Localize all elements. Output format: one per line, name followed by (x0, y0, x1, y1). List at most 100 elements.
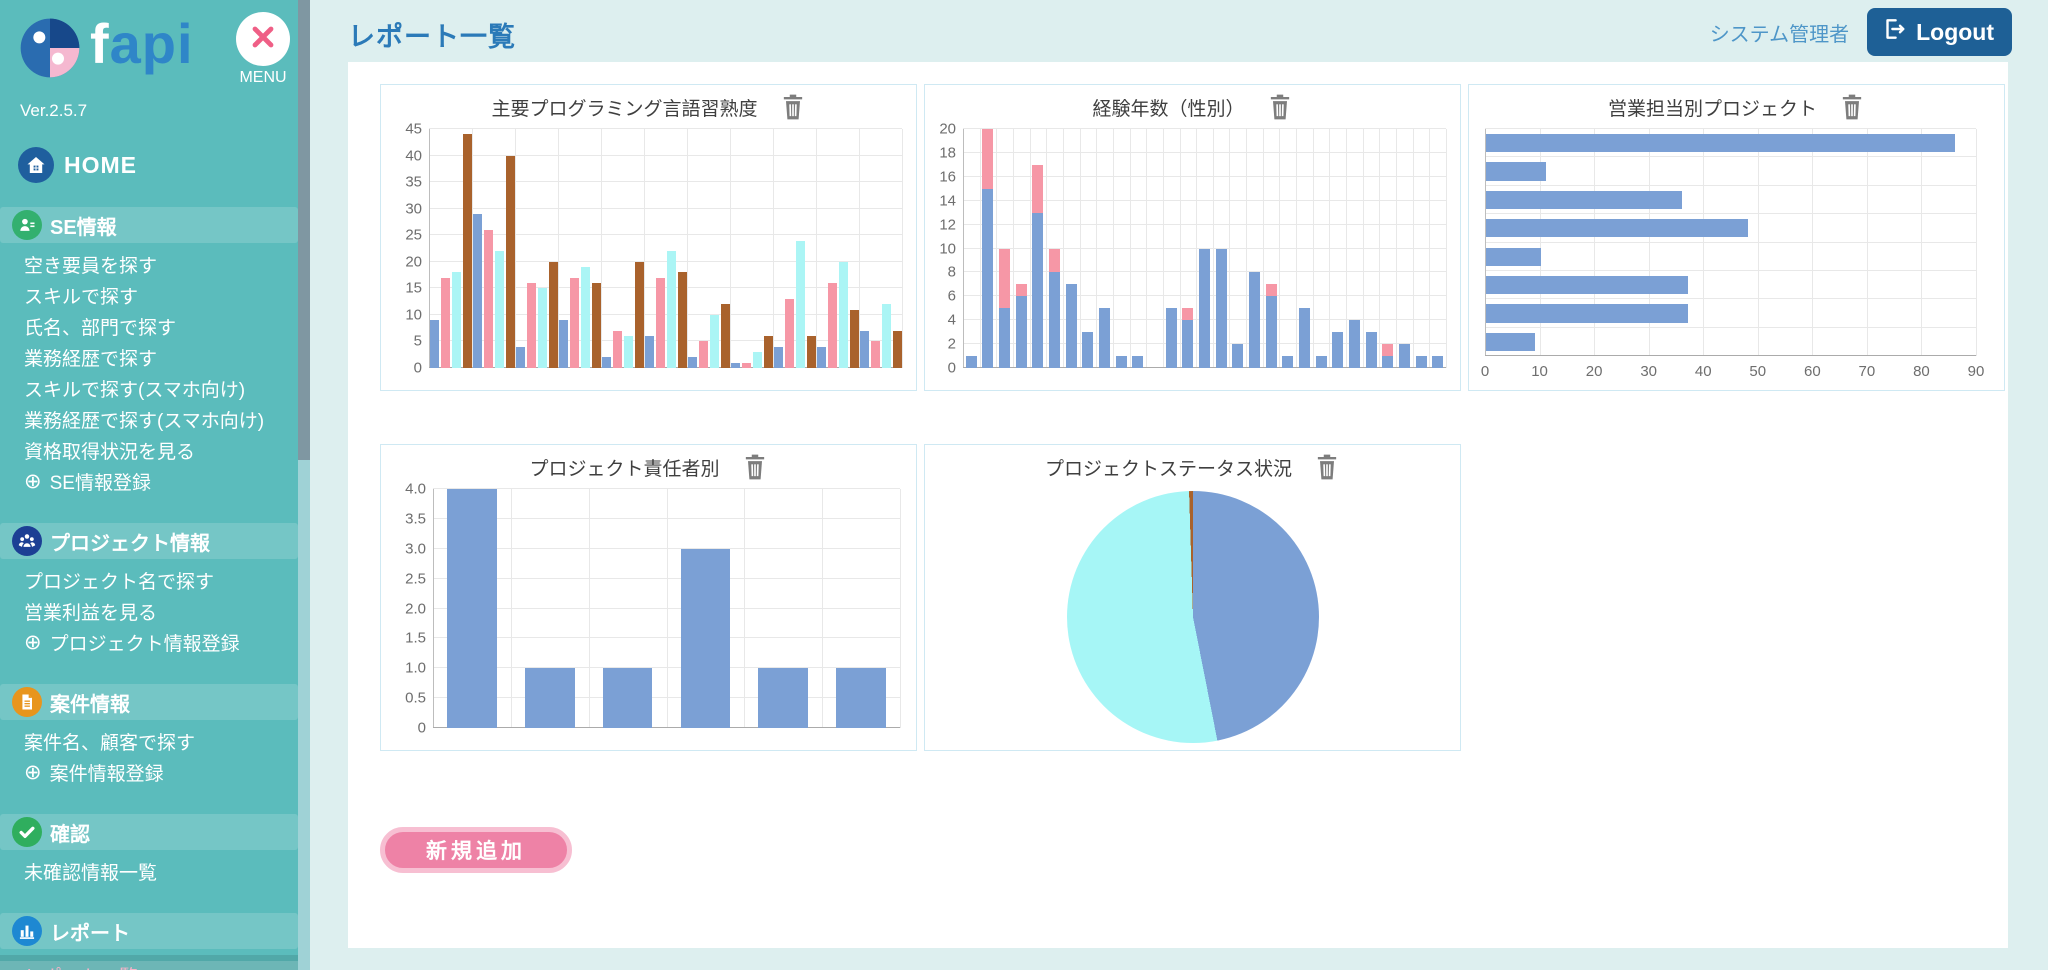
logout-button[interactable]: Logout (1867, 8, 2012, 56)
hbar (1486, 304, 1688, 322)
bar-series-brown (592, 283, 601, 368)
sidebar-item[interactable]: 氏名、部門で探す (0, 311, 298, 342)
segment-stack-pink (999, 249, 1010, 309)
y-tick-label: 15 (405, 280, 422, 297)
bar-series-cyan (882, 304, 891, 368)
sidebar-scrollbar-thumb[interactable] (298, 0, 310, 460)
bar (603, 668, 653, 728)
sidebar-item-label: プロジェクト名で探す (24, 567, 214, 594)
stacked-bar-slot (1363, 129, 1380, 368)
bar-slots (433, 489, 900, 728)
segment-stack-blue (1016, 296, 1027, 368)
app-version: Ver.2.5.7 (0, 87, 298, 121)
x-tick-label: 30 (1640, 363, 1657, 380)
sidebar-item[interactable]: 案件名、顧客で探す (0, 726, 298, 757)
sidebar-item[interactable]: 未確認情報一覧 (0, 856, 298, 887)
trash-icon[interactable] (742, 453, 768, 481)
sidebar-item-label: スキルで探す(スマホ向け) (24, 375, 245, 402)
chart-card-header: 経験年数（性別） (925, 93, 1460, 121)
y-tick-label: 25 (405, 227, 422, 244)
hbar-row (1485, 243, 1976, 271)
sidebar-item[interactable]: ⊕SE情報登録 (0, 466, 298, 497)
sidebar-next-section-band (0, 961, 298, 970)
sidebar-item-home[interactable]: HOME (0, 121, 298, 183)
close-icon (247, 21, 279, 58)
bar-series-cyan (581, 267, 590, 368)
y-tick-label: 10 (405, 306, 422, 323)
bar-series-pink (785, 299, 794, 368)
chart-plot-sales: 0102030405060708090 (1485, 129, 1976, 356)
sidebar-section-label: 確認 (50, 818, 90, 847)
sidebar-item[interactable]: スキルで探す (0, 280, 298, 311)
stacked-bar-slot (1113, 129, 1130, 368)
bar-group (816, 129, 859, 368)
y-tick-label: 5 (414, 333, 422, 350)
sidebar-section-label: 案件情報 (50, 688, 130, 717)
bar-series-blue (731, 363, 740, 368)
stacked-bar-slot (1296, 129, 1313, 368)
sidebar-item[interactable]: 空き要員を探す (0, 249, 298, 280)
trash-icon[interactable] (1839, 93, 1865, 121)
hbar-row (1485, 157, 1976, 185)
sidebar-item-label: 案件名、顧客で探す (24, 728, 195, 755)
chart-plot-experience: 02468101214161820 (963, 129, 1446, 368)
bar-series-pink (613, 331, 622, 368)
stacked-bar-slot (1046, 129, 1063, 368)
stacked-bar-slot (1413, 129, 1430, 368)
bar-group (773, 129, 816, 368)
segment-stack-blue (1432, 356, 1443, 368)
sidebar-item-label: 空き要員を探す (24, 251, 157, 278)
sidebar-item[interactable]: ⊕プロジェクト情報登録 (0, 627, 298, 658)
sidebar-item[interactable]: 資格取得状況を見る (0, 435, 298, 466)
sidebar-item-label: 資格取得状況を見る (24, 437, 195, 464)
trash-icon[interactable] (780, 93, 806, 121)
segment-stack-blue (1332, 332, 1343, 368)
chart-title: 営業担当別プロジェクト (1608, 94, 1817, 121)
bar-series-cyan (624, 336, 633, 368)
sidebar-section-project-info[interactable]: プロジェクト情報 (0, 523, 298, 559)
fapi-logo-icon[interactable] (18, 16, 82, 80)
sidebar-item-label: スキルで探す (24, 282, 138, 309)
sidebar-item[interactable]: スキルで探す(スマホ向け) (0, 373, 298, 404)
bar-series-pink (742, 363, 751, 368)
sidebar-item[interactable]: 営業利益を見る (0, 596, 298, 627)
menu-button[interactable]: MENU (236, 12, 290, 87)
stacked-bar-slot (1146, 129, 1163, 368)
y-tick-label: 0 (418, 720, 426, 737)
stacked-bar-slot (1230, 129, 1247, 368)
bar (758, 668, 808, 728)
sidebar-section-se-info[interactable]: SE情報 (0, 207, 298, 243)
y-tick-label: 12 (939, 216, 956, 233)
sidebar-scrollbar[interactable] (298, 0, 310, 970)
bar-slot (511, 489, 589, 728)
y-tick-label: 6 (948, 288, 956, 305)
x-tick-label: 60 (1804, 363, 1821, 380)
bar-series-pink (828, 283, 837, 368)
sidebar-section-kakunin[interactable]: 確認 (0, 814, 298, 850)
sidebar-item[interactable]: 業務経歴で探す(スマホ向け) (0, 404, 298, 435)
chart-plot-languages: 051015202530354045 (429, 129, 902, 368)
chart-card-managers: プロジェクト責任者別00.51.01.52.02.53.03.54.0 (380, 444, 917, 751)
hbar (1486, 134, 1955, 152)
stacked-bar-slot (1180, 129, 1197, 368)
report-list-panel: 主要プログラミング言語習熟度051015202530354045経験年数（性別）… (348, 62, 2008, 948)
trash-icon[interactable] (1267, 93, 1293, 121)
sidebar-section-items-project-info: プロジェクト名で探す営業利益を見る⊕プロジェクト情報登録 (0, 565, 298, 658)
y-tick-label: 20 (939, 121, 956, 138)
sidebar-item-label: 業務経歴で探す (24, 344, 157, 371)
sidebar-section-anken-info[interactable]: 案件情報 (0, 684, 298, 720)
sidebar-item[interactable]: 業務経歴で探す (0, 342, 298, 373)
sidebar-item[interactable]: ⊕案件情報登録 (0, 757, 298, 788)
y-tick-label: 2 (948, 336, 956, 353)
add-new-report-button[interactable]: 新規追加 (380, 827, 572, 873)
sidebar-section-report[interactable]: レポート (0, 913, 298, 949)
gridline (902, 129, 903, 368)
bar-series-brown (506, 156, 515, 368)
sidebar-item[interactable]: プロジェクト名で探す (0, 565, 298, 596)
sidebar-section-label: SE情報 (50, 211, 117, 240)
bar-group (515, 129, 558, 368)
x-tick-label: 20 (1586, 363, 1603, 380)
trash-icon[interactable] (1314, 453, 1340, 481)
y-tick-label: 3.5 (405, 510, 426, 527)
bar-series-pink (871, 341, 880, 368)
